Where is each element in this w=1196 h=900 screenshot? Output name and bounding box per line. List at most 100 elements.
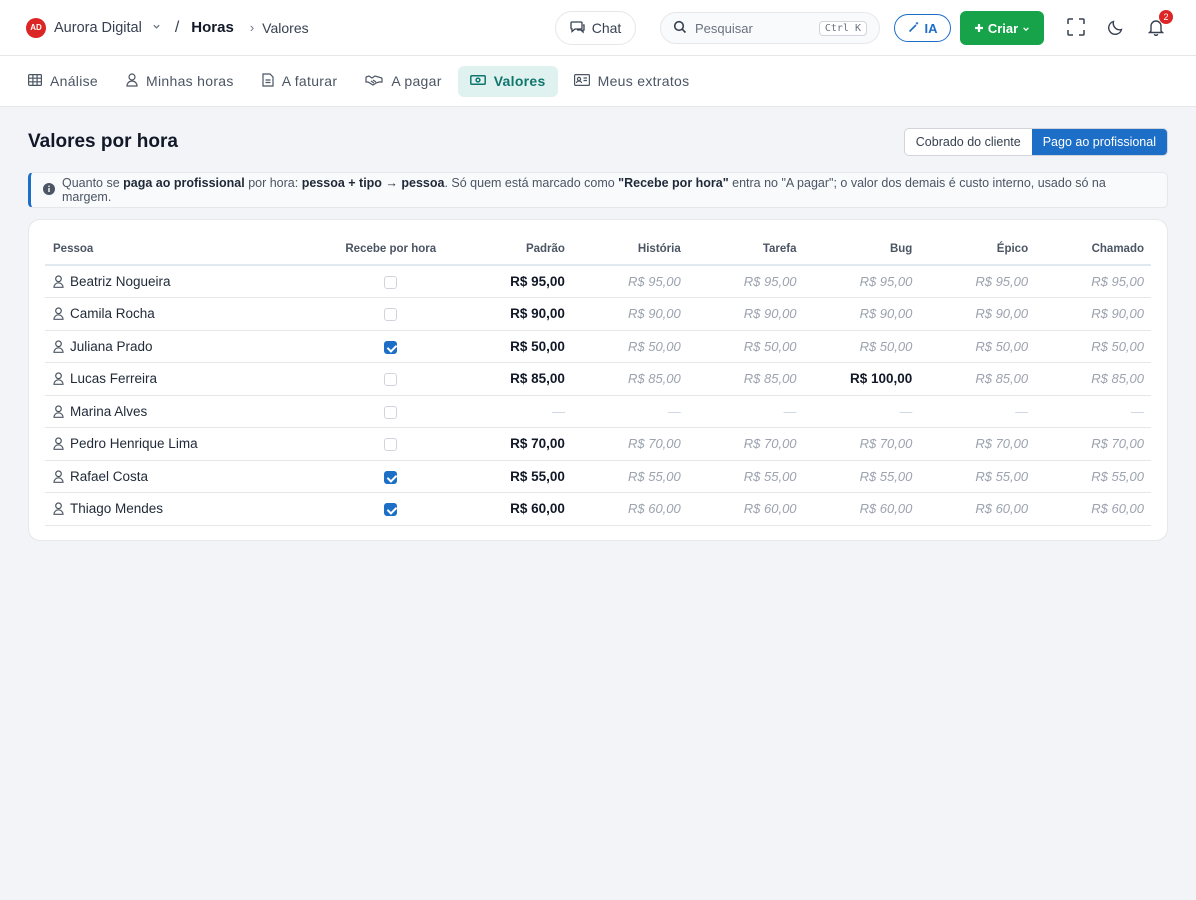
rate-bug-cell[interactable]: R$ 95,00: [803, 265, 920, 298]
rate-epico-cell[interactable]: R$ 60,00: [919, 492, 1036, 526]
rates-table: Pessoa Recebe por hora Padrão História T…: [45, 234, 1151, 526]
tab-a-faturar[interactable]: A faturar: [250, 66, 350, 97]
tab-label: Valores: [493, 73, 546, 89]
money-icon: [469, 73, 486, 89]
rate-tarefa-cell[interactable]: —: [687, 395, 804, 428]
tab-minhas-horas[interactable]: Minhas horas: [114, 66, 246, 97]
notifications-button[interactable]: 2: [1145, 10, 1173, 39]
rate-chamado-cell[interactable]: R$ 55,00: [1035, 460, 1151, 493]
rate-padrao-cell[interactable]: R$ 95,00: [474, 265, 572, 298]
rate-padrao-cell[interactable]: R$ 70,00: [474, 427, 572, 461]
hourly-checkbox[interactable]: [384, 308, 398, 322]
rate-epico-cell[interactable]: R$ 90,00: [919, 297, 1036, 331]
rate-tarefa-cell[interactable]: R$ 70,00: [687, 427, 804, 461]
hourly-checkbox[interactable]: [384, 438, 398, 452]
hourly-checkbox[interactable]: [384, 373, 398, 387]
person-cell[interactable]: Camila Rocha: [45, 297, 315, 331]
person-icon: [53, 306, 70, 321]
rate-bug-cell[interactable]: R$ 60,00: [803, 492, 920, 526]
rate-chamado-cell[interactable]: R$ 95,00: [1035, 265, 1151, 298]
org-name: Aurora Digital: [54, 19, 142, 36]
rate-chamado-cell[interactable]: R$ 60,00: [1035, 492, 1151, 526]
rate-historia-cell[interactable]: R$ 70,00: [571, 427, 688, 461]
person-cell[interactable]: Pedro Henrique Lima: [45, 427, 315, 461]
rate-chamado-cell[interactable]: R$ 90,00: [1035, 297, 1151, 331]
col-pessoa[interactable]: Pessoa: [45, 234, 315, 266]
rate-bug-cell[interactable]: R$ 70,00: [803, 427, 920, 461]
tab-a-pagar[interactable]: A pagar: [353, 66, 453, 97]
rate-chamado-cell[interactable]: R$ 50,00: [1035, 330, 1151, 363]
toggle-pago-ao-profissional[interactable]: Pago ao profissional: [1031, 129, 1167, 155]
breadcrumb-section[interactable]: Horas: [191, 19, 234, 36]
search-input[interactable]: Pesquisar: [695, 21, 811, 36]
ia-button[interactable]: IA: [894, 14, 951, 42]
rate-bug-cell[interactable]: R$ 55,00: [803, 460, 920, 493]
hourly-checkbox[interactable]: [384, 470, 398, 484]
hourly-checkbox[interactable]: [384, 405, 398, 419]
rate-padrao-cell[interactable]: R$ 55,00: [474, 460, 572, 493]
rate-historia-cell[interactable]: R$ 95,00: [571, 265, 688, 298]
rate-epico-cell[interactable]: R$ 50,00: [919, 330, 1036, 363]
create-button[interactable]: Criar: [960, 11, 1044, 45]
hourly-checkbox[interactable]: [384, 340, 398, 354]
rate-bug-cell[interactable]: R$ 90,00: [803, 297, 920, 331]
rate-tarefa-cell[interactable]: R$ 60,00: [687, 492, 804, 526]
person-cell[interactable]: Juliana Prado: [45, 330, 315, 363]
search-box[interactable]: Pesquisar Ctrl K: [660, 12, 880, 44]
rate-chamado-cell[interactable]: R$ 70,00: [1035, 427, 1151, 461]
rate-padrao-cell[interactable]: R$ 50,00: [474, 330, 572, 363]
person-cell[interactable]: Lucas Ferreira: [45, 362, 315, 396]
rate-epico-cell[interactable]: R$ 95,00: [919, 265, 1036, 298]
rate-historia-cell[interactable]: R$ 90,00: [571, 297, 688, 331]
rate-padrao-cell[interactable]: —: [474, 395, 572, 428]
search-shortcut: Ctrl K: [818, 20, 867, 36]
col-epico[interactable]: Épico: [919, 234, 1036, 266]
rate-bug-cell[interactable]: R$ 50,00: [803, 330, 920, 363]
rate-historia-cell[interactable]: R$ 55,00: [571, 460, 688, 493]
rate-historia-cell[interactable]: —: [571, 395, 688, 428]
rate-epico-cell[interactable]: —: [919, 395, 1036, 428]
rate-epico-cell[interactable]: R$ 85,00: [919, 362, 1036, 396]
toggle-cobrado-do-cliente[interactable]: Cobrado do cliente: [905, 129, 1032, 155]
col-chamado[interactable]: Chamado: [1035, 234, 1151, 266]
rate-padrao-cell[interactable]: R$ 85,00: [474, 362, 572, 396]
person-name: Camila Rocha: [70, 306, 155, 322]
person-cell[interactable]: Marina Alves: [45, 395, 315, 428]
rate-padrao-cell[interactable]: R$ 90,00: [474, 297, 572, 331]
rate-bug-cell[interactable]: —: [803, 395, 920, 428]
hourly-checkbox[interactable]: [384, 503, 398, 517]
sub-nav-tabs: Análise Minhas horas A faturar A pagar V…: [0, 56, 1196, 107]
col-recebe-por-hora[interactable]: Recebe por hora: [314, 234, 475, 266]
theme-toggle-button[interactable]: [1105, 17, 1127, 39]
col-padrao[interactable]: Padrão: [474, 234, 572, 266]
rate-tarefa-cell[interactable]: R$ 95,00: [687, 265, 804, 298]
rate-epico-cell[interactable]: R$ 70,00: [919, 427, 1036, 461]
rate-tarefa-cell[interactable]: R$ 85,00: [687, 362, 804, 396]
rate-chamado-cell[interactable]: —: [1035, 395, 1151, 428]
rate-historia-cell[interactable]: R$ 50,00: [571, 330, 688, 363]
rate-chamado-cell[interactable]: R$ 85,00: [1035, 362, 1151, 396]
tab-analise[interactable]: Análise: [16, 66, 110, 97]
org-switcher[interactable]: AD Aurora Digital: [26, 17, 161, 38]
tab-label: A faturar: [281, 73, 338, 89]
person-cell[interactable]: Beatriz Nogueira: [45, 265, 315, 298]
rate-padrao-cell[interactable]: R$ 60,00: [474, 492, 572, 526]
rate-tarefa-cell[interactable]: R$ 90,00: [687, 297, 804, 331]
tab-meus-extratos[interactable]: Meus extratos: [562, 66, 702, 97]
rate-tarefa-cell[interactable]: R$ 55,00: [687, 460, 804, 493]
rate-historia-cell[interactable]: R$ 60,00: [571, 492, 688, 526]
rate-tarefa-cell[interactable]: R$ 50,00: [687, 330, 804, 363]
rate-epico-cell[interactable]: R$ 55,00: [919, 460, 1036, 493]
tab-valores[interactable]: Valores: [457, 65, 558, 97]
fullscreen-button[interactable]: [1065, 17, 1087, 39]
col-bug[interactable]: Bug: [803, 234, 920, 266]
col-tarefa[interactable]: Tarefa: [687, 234, 804, 266]
brand-logo: AD: [26, 17, 46, 38]
rate-historia-cell[interactable]: R$ 85,00: [571, 362, 688, 396]
chat-button[interactable]: Chat: [555, 11, 636, 45]
rate-bug-cell[interactable]: R$ 100,00: [803, 362, 920, 396]
col-historia[interactable]: História: [571, 234, 688, 266]
hourly-checkbox[interactable]: [384, 276, 398, 290]
person-cell[interactable]: Rafael Costa: [45, 460, 315, 493]
person-cell[interactable]: Thiago Mendes: [45, 492, 315, 526]
